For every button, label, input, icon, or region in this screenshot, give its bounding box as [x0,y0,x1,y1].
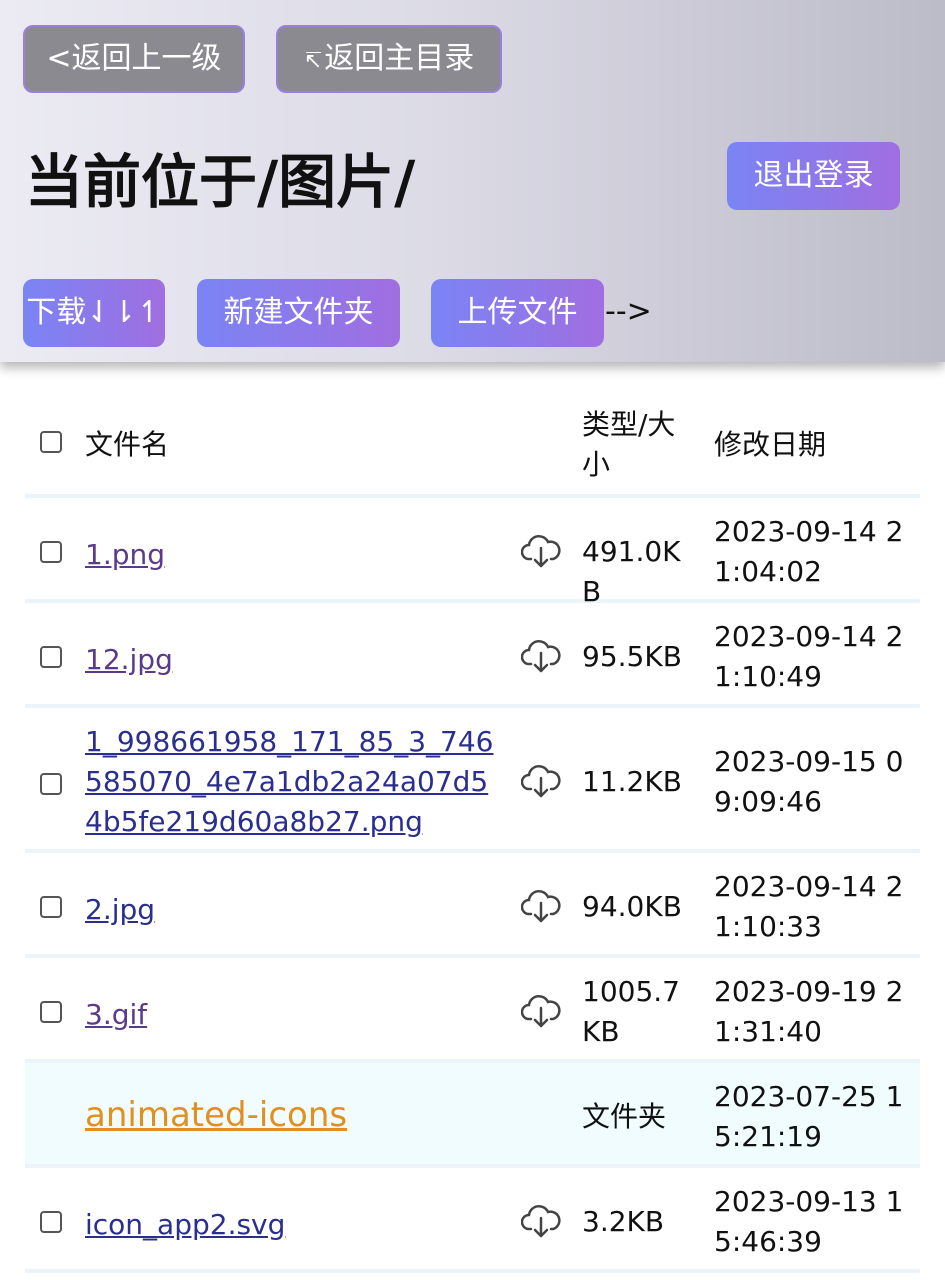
trailing-arrow-text: --> [605,294,652,329]
row-checkbox[interactable] [40,773,62,795]
file-size: 94.0KB [582,890,682,923]
file-size: 3.2KB [582,1205,665,1238]
row-checkbox[interactable] [40,1211,62,1233]
file-date: 2023-09-14 21:10:33 [714,870,904,943]
select-all-checkbox[interactable] [40,431,62,453]
cloud-download-icon[interactable] [521,1203,561,1239]
file-name-cell: 2.jpg [85,890,505,930]
back-to-parent-button[interactable]: <返回上一级 [23,25,245,93]
table-row: 2.jpg 94.0KB 2023-09-14 21:10:33 [25,853,920,958]
file-date: 2023-09-19 21:31:40 [714,975,904,1048]
cloud-download-icon[interactable] [521,638,561,674]
home-button-label: 返回主目录 [324,41,475,76]
file-size: 1005.7KB [582,975,680,1048]
top-header: <返回上一级 ↸返回主目录 当前位于/图片/ 退出登录 下载⇃⇂↿ 新建文件夹 … [0,0,945,362]
home-arrow-icon: ↸ [303,49,323,74]
logout-button[interactable]: 退出登录 [727,142,900,210]
file-date: 2023-09-14 21:04:02 [714,515,904,588]
file-link[interactable]: 1_998661958_171_85_3_746585070_4e7a1db2a… [85,725,493,838]
page-title: 当前位于/图片/ [25,148,416,216]
row-checkbox[interactable] [40,896,62,918]
file-link[interactable]: 1.png [85,538,165,571]
file-name-cell: 1.png [85,535,505,575]
file-size: 11.2KB [582,765,682,798]
table-row: 1_998661958_171_85_3_746585070_4e7a1db2a… [25,708,920,853]
download-button[interactable]: 下载⇃⇂↿ [23,279,165,347]
row-checkbox[interactable] [40,1001,62,1023]
table-row: 1.png 491.0KB 2023-09-14 21:04:02 [25,498,920,608]
file-date: 2023-07-25 15:21:19 [714,1080,904,1153]
file-link[interactable]: icon_app2.svg [85,1208,285,1241]
table-row: 12.jpg 95.5KB 2023-09-14 21:10:49 [25,603,920,708]
table-row-folder: animated-icons 文件夹 2023-07-25 15:21:19 [25,1063,920,1168]
file-name-cell: icon_app2.svg [85,1205,505,1245]
file-date: 2023-09-15 09:09:46 [714,745,904,818]
file-name-cell: 1_998661958_171_85_3_746585070_4e7a1db2a… [85,722,505,842]
table-row: 3.gif 1005.7KB 2023-09-19 21:31:40 [25,958,920,1063]
back-to-home-button[interactable]: ↸返回主目录 [276,25,502,93]
cloud-download-icon[interactable] [521,763,561,799]
column-header-modified: 修改日期 [714,428,827,461]
file-link[interactable]: 12.jpg [85,643,173,676]
column-header-type-size: 类型/大小 [582,408,676,481]
cloud-download-icon[interactable] [521,888,561,924]
row-checkbox[interactable] [40,541,62,563]
file-name-cell: 3.gif [85,995,505,1035]
cloud-download-icon[interactable] [521,533,561,569]
file-size: 95.5KB [582,640,682,673]
folder-link[interactable]: animated-icons [85,1095,347,1135]
column-header-name: 文件名 [85,428,170,461]
table-row: icon_app2.svg 3.2KB 2023-09-13 15:46:39 [25,1168,920,1273]
file-date: 2023-09-14 21:10:49 [714,620,904,693]
folder-name-cell: animated-icons [85,1095,505,1137]
table-header-row: 文件名 类型/大小 修改日期 [25,393,920,498]
file-link[interactable]: 2.jpg [85,893,155,926]
cloud-download-icon[interactable] [521,993,561,1029]
file-date: 2023-09-13 15:46:39 [714,1185,904,1258]
file-type: 文件夹 [582,1100,667,1133]
file-table: 文件名 类型/大小 修改日期 1.png 491.0KB 2023-09-14 … [25,393,920,1273]
file-name-cell: 12.jpg [85,640,505,680]
file-size: 491.0KB [582,535,681,608]
upload-file-button[interactable]: 上传文件 [431,279,604,347]
file-link[interactable]: 3.gif [85,998,147,1031]
new-folder-button[interactable]: 新建文件夹 [197,279,400,347]
row-checkbox[interactable] [40,646,62,668]
